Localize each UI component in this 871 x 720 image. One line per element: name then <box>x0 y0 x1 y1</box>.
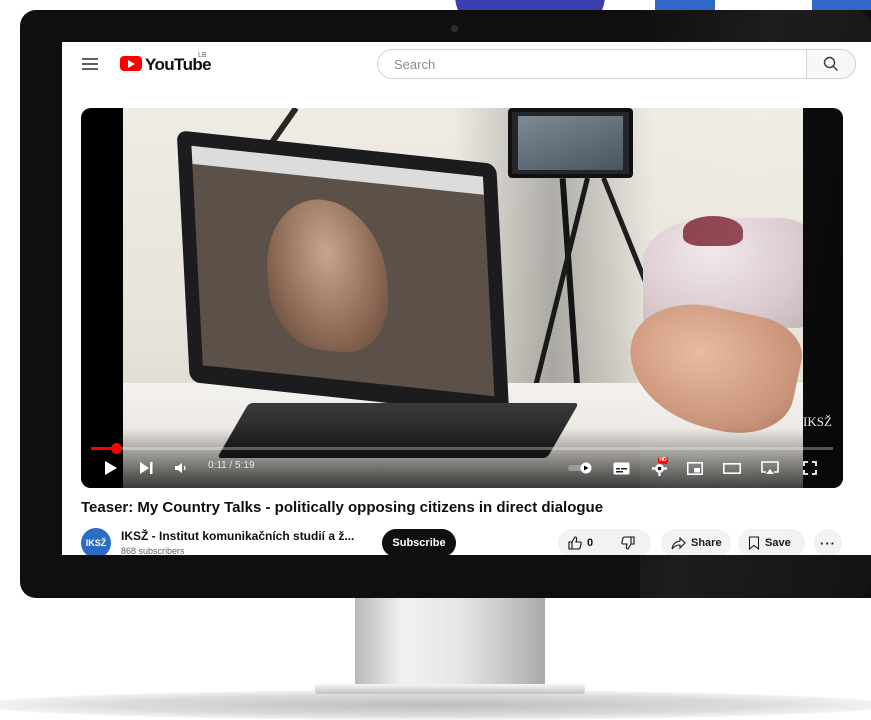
time-display: 0:11 / 5:19 <box>208 460 255 471</box>
airplay-icon <box>761 461 779 474</box>
webcam-dot <box>451 25 458 32</box>
save-label: Save <box>765 537 791 549</box>
background-cloth-accent <box>683 216 743 246</box>
progress-bar[interactable] <box>91 447 833 450</box>
search-input[interactable] <box>392 50 796 78</box>
cast-button[interactable] <box>760 459 780 477</box>
share-label: Share <box>691 537 722 549</box>
fullscreen-button[interactable] <box>800 459 820 477</box>
tripod-phone <box>508 108 633 178</box>
dislike-button[interactable] <box>611 529 651 555</box>
volume-button[interactable] <box>174 459 188 477</box>
search-box <box>377 49 807 79</box>
channel-name[interactable]: IKSŽ - Institut komunikačních studií a ž… <box>121 529 354 543</box>
next-icon <box>139 462 152 474</box>
thumbs-up-icon <box>568 536 582 550</box>
subscribe-button[interactable]: Subscribe <box>382 529 456 555</box>
autoplay-toggle[interactable] <box>567 459 593 477</box>
search-icon <box>823 56 838 71</box>
bookmark-icon <box>748 536 760 550</box>
play-icon <box>104 461 117 475</box>
laptop-in-video <box>176 130 510 416</box>
share-button[interactable]: Share <box>661 529 731 555</box>
miniplayer-button[interactable] <box>685 459 705 477</box>
more-actions-button[interactable]: ··· <box>814 529 842 555</box>
controls-gradient <box>81 428 843 488</box>
subscriber-count: 868 subscribers <box>121 546 185 555</box>
youtube-logo-icon[interactable] <box>120 56 142 71</box>
theater-mode-icon <box>723 462 741 474</box>
play-button[interactable] <box>103 459 117 477</box>
theater-mode-button[interactable] <box>722 459 742 477</box>
hd-badge: HD <box>658 457 668 464</box>
browser-screen: YouTube LB IKSŽ <box>62 42 871 555</box>
monitor-stand-base <box>315 684 585 694</box>
next-button[interactable] <box>139 459 153 477</box>
save-button[interactable]: Save <box>738 529 805 555</box>
floor-shadow <box>0 690 871 720</box>
miniplayer-icon <box>687 461 703 475</box>
settings-button[interactable]: HD <box>649 457 669 477</box>
menu-icon[interactable] <box>82 58 98 71</box>
autoplay-toggle-icon <box>568 462 592 474</box>
monitor-stand <box>355 595 545 690</box>
search-button[interactable] <box>806 49 856 79</box>
channel-avatar[interactable]: IKSŽ <box>81 528 111 555</box>
video-player[interactable]: IKSŽ 0:11 / 5:19 HD <box>81 108 843 488</box>
volume-icon <box>175 463 186 473</box>
fullscreen-icon <box>803 461 817 475</box>
like-count: 0 <box>587 537 594 549</box>
video-title: Teaser: My Country Talks - politically o… <box>81 499 604 516</box>
share-icon <box>671 536 686 549</box>
thumbs-down-icon <box>621 536 635 550</box>
country-code: LB <box>198 52 207 59</box>
subtitles-button[interactable] <box>611 459 631 477</box>
like-button[interactable]: 0 <box>558 529 611 555</box>
youtube-header: YouTube LB <box>62 42 871 92</box>
more-icon: ··· <box>820 535 836 551</box>
subtitles-icon <box>613 462 629 474</box>
